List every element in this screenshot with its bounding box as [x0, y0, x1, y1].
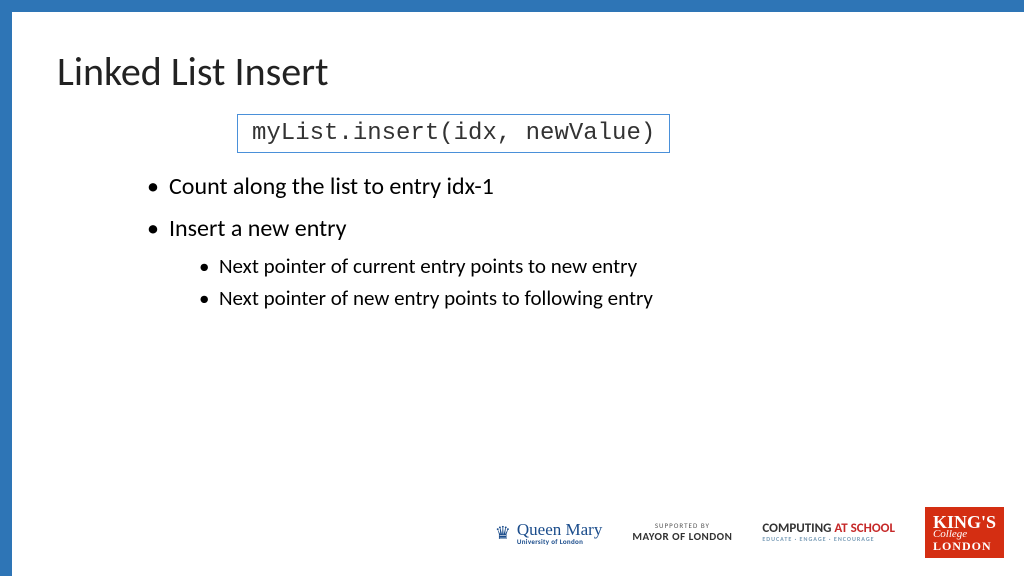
kcl-l: LONDON [933, 540, 996, 552]
slide-title: Linked List Insert [57, 47, 979, 96]
kings-college-logo: KING'S College LONDON [925, 507, 1004, 558]
qm-logo-sub: University of London [517, 538, 602, 545]
mayor-main-text: MAYOR OF LONDON [632, 530, 732, 543]
crown-icon: ♛ [495, 522, 511, 544]
computing-at-school-logo: COMPUTING AT SCHOOL EDUCATE · ENGAGE · E… [762, 522, 895, 543]
slide: Linked List Insert myList.insert(idx, ne… [12, 12, 1024, 576]
list-item: Next pointer of new entry points to foll… [199, 284, 979, 312]
mayor-sup-text: SUPPORTED BY [655, 522, 710, 530]
code-box: myList.insert(idx, newValue) [237, 114, 670, 153]
footer-logos: ♛ Queen Mary University of London SUPPOR… [495, 507, 1004, 558]
sub-list: Next pointer of current entry points to … [199, 252, 979, 313]
list-item-text: Insert a new entry [169, 214, 346, 243]
list-item: Next pointer of current entry points to … [199, 252, 979, 280]
mayor-of-london-logo: SUPPORTED BY MAYOR OF LONDON [632, 522, 732, 544]
list-item-text: Count along the list to entry idx-1 [169, 172, 494, 201]
bullet-list: Count along the list to entry idx-1 Inse… [147, 171, 979, 312]
cas-main-text: COMPUTING AT SCHOOL [762, 522, 895, 536]
qm-logo-main: Queen Mary [517, 521, 602, 538]
queen-mary-logo: ♛ Queen Mary University of London [495, 521, 603, 545]
cas-sub-text: EDUCATE · ENGAGE · ENCOURAGE [762, 536, 874, 543]
list-item: Count along the list to entry idx-1 [147, 171, 979, 203]
list-item: Insert a new entry Next pointer of curre… [147, 213, 979, 312]
list-item-text: Next pointer of current entry points to … [219, 253, 637, 279]
slide-content: Count along the list to entry idx-1 Inse… [147, 171, 979, 312]
list-item-text: Next pointer of new entry points to foll… [219, 285, 653, 311]
